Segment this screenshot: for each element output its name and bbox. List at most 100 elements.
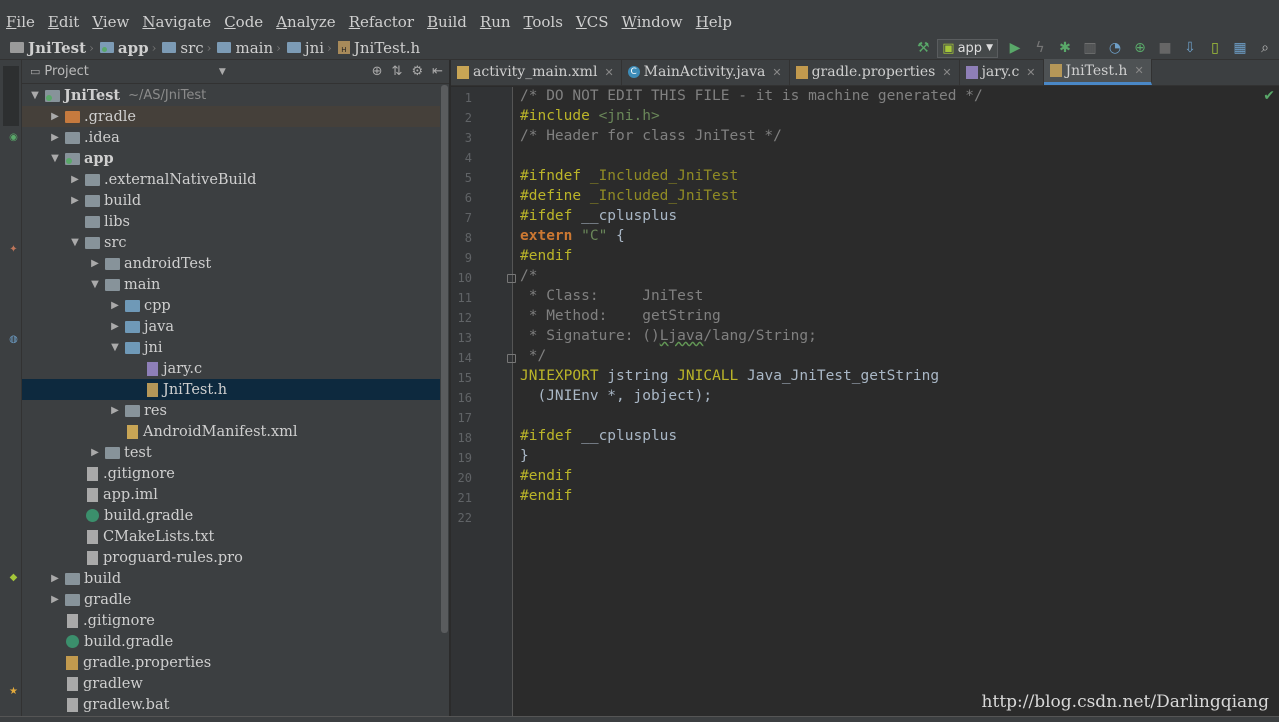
tree-item[interactable]: gradle.properties bbox=[22, 652, 440, 673]
tree-item[interactable]: ▼ app bbox=[22, 148, 440, 169]
editor-tab-activity-main-xml[interactable]: activity_main.xml ✕ bbox=[451, 59, 622, 85]
hide-panel-icon[interactable]: ⇤ bbox=[432, 64, 443, 79]
inspection-ok-icon[interactable]: ✔ bbox=[1263, 88, 1275, 104]
tree-item[interactable]: JniTest.h bbox=[22, 379, 440, 400]
project-view-title[interactable]: Project bbox=[44, 64, 88, 79]
tree-item[interactable]: ▼ JniTest ~/AS/JniTest bbox=[22, 85, 440, 106]
collapsed-arrow-icon[interactable]: ▶ bbox=[68, 174, 82, 185]
collapsed-arrow-icon[interactable]: ▶ bbox=[48, 132, 62, 143]
tree-item[interactable]: ▶ build bbox=[22, 568, 440, 589]
menu-vcs[interactable]: VCS bbox=[576, 13, 609, 31]
search-icon[interactable]: ⌕ bbox=[1257, 40, 1273, 56]
code-line[interactable]: extern "C" { bbox=[520, 228, 625, 244]
collapse-all-icon[interactable]: ⇅ bbox=[392, 64, 403, 79]
tree-item[interactable]: ▶ .idea bbox=[22, 127, 440, 148]
expanded-arrow-icon[interactable]: ▼ bbox=[88, 279, 102, 290]
collapsed-arrow-icon[interactable]: ▶ bbox=[108, 300, 122, 311]
tree-item[interactable]: build.gradle bbox=[22, 631, 440, 652]
code-line[interactable]: * Signature: ()Ljava/lang/String; bbox=[520, 328, 817, 344]
code-line[interactable]: #endif bbox=[520, 468, 572, 484]
collapsed-arrow-icon[interactable]: ▶ bbox=[68, 195, 82, 206]
tree-item[interactable]: ▶ cpp bbox=[22, 295, 440, 316]
coverage-icon[interactable]: ▥ bbox=[1082, 40, 1098, 56]
collapsed-arrow-icon[interactable]: ▶ bbox=[48, 111, 62, 122]
captures-icon[interactable]: ✦ bbox=[3, 244, 19, 258]
code-line[interactable]: #endif bbox=[520, 488, 572, 504]
stop-icon[interactable]: ■ bbox=[1157, 40, 1173, 56]
menu-edit[interactable]: Edit bbox=[48, 13, 79, 31]
menu-navigate[interactable]: Navigate bbox=[142, 13, 211, 31]
menu-analyze[interactable]: Analyze bbox=[276, 13, 336, 31]
menu-help[interactable]: Help bbox=[696, 13, 732, 31]
tree-item[interactable]: gradlew bbox=[22, 673, 440, 694]
expanded-arrow-icon[interactable]: ▼ bbox=[48, 153, 62, 164]
breadcrumb-item-3[interactable]: main › bbox=[217, 39, 282, 57]
code-line[interactable]: * Method: getString bbox=[520, 308, 721, 324]
editor-tab-jnitest-h[interactable]: JniTest.h ✕ bbox=[1043, 59, 1152, 85]
menu-tools[interactable]: Tools bbox=[524, 13, 563, 31]
sdk-manager-icon[interactable]: ⇩ bbox=[1182, 40, 1198, 56]
build-variants-tool-tab[interactable] bbox=[3, 484, 19, 574]
make-icon[interactable]: ⚒ bbox=[915, 40, 931, 56]
menu-window[interactable]: Window bbox=[622, 13, 683, 31]
editor-tab-gradle-properties[interactable]: gradle.properties ✕ bbox=[790, 59, 960, 85]
tree-item[interactable]: .gitignore bbox=[22, 463, 440, 484]
close-icon[interactable]: ✕ bbox=[942, 66, 951, 79]
tree-item[interactable]: build.gradle bbox=[22, 505, 440, 526]
code-line[interactable]: #ifdef __cplusplus bbox=[520, 428, 677, 444]
project-structure-icon[interactable]: ▦ bbox=[1232, 40, 1248, 56]
code-line[interactable]: #ifdef __cplusplus bbox=[520, 208, 677, 224]
tree-item[interactable]: ▶ res bbox=[22, 400, 440, 421]
breadcrumb-item-4[interactable]: jni › bbox=[286, 39, 334, 57]
code-line[interactable]: /* Header for class JniTest */ bbox=[520, 128, 782, 144]
close-icon[interactable]: ✕ bbox=[1026, 66, 1035, 79]
favorites-tool-tab[interactable] bbox=[3, 608, 19, 683]
code-line[interactable]: } bbox=[520, 448, 529, 464]
breadcrumb-item-2[interactable]: src › bbox=[162, 39, 213, 57]
code-line[interactable]: (JNIEnv *, jobject); bbox=[520, 388, 712, 404]
apply-changes-icon[interactable]: ϟ bbox=[1032, 40, 1048, 56]
avd-manager-icon[interactable]: ▯ bbox=[1207, 40, 1223, 56]
structure-tool-tab[interactable] bbox=[3, 168, 19, 238]
gear-icon[interactable]: ⚙ bbox=[411, 64, 423, 79]
code-line[interactable]: #define _Included_JniTest bbox=[520, 188, 738, 204]
collapsed-arrow-icon[interactable]: ▶ bbox=[48, 594, 62, 605]
tree-item[interactable]: AndroidManifest.xml bbox=[22, 421, 440, 442]
menu-refactor[interactable]: Refactor bbox=[349, 13, 414, 31]
collapsed-arrow-icon[interactable]: ▶ bbox=[48, 573, 62, 584]
tree-item[interactable]: app.iml bbox=[22, 484, 440, 505]
menu-view[interactable]: View bbox=[92, 13, 129, 31]
close-icon[interactable]: ✕ bbox=[604, 66, 613, 79]
expanded-arrow-icon[interactable]: ▼ bbox=[28, 90, 42, 101]
tree-item[interactable]: proguard-rules.pro bbox=[22, 547, 440, 568]
tree-item[interactable]: ▶ test bbox=[22, 442, 440, 463]
tree-item[interactable]: gradlew.bat bbox=[22, 694, 440, 715]
code-line[interactable]: #endif bbox=[520, 248, 572, 264]
tree-scrollbar[interactable] bbox=[441, 85, 448, 633]
tree-item[interactable]: libs bbox=[22, 211, 440, 232]
tree-item[interactable]: ▶ .gradle bbox=[22, 106, 440, 127]
menu-file[interactable]: File bbox=[6, 13, 35, 31]
code-line[interactable]: /* bbox=[520, 268, 537, 284]
editor-tab-jary-c[interactable]: jary.c ✕ bbox=[960, 59, 1044, 85]
tree-item[interactable]: .gitignore bbox=[22, 610, 440, 631]
attach-debugger-icon[interactable]: ⊕ bbox=[1132, 40, 1148, 56]
profile-icon[interactable]: ◔ bbox=[1107, 40, 1123, 56]
code-line[interactable]: /* DO NOT EDIT THIS FILE - it is machine… bbox=[520, 88, 983, 104]
expanded-arrow-icon[interactable]: ▼ bbox=[68, 237, 82, 248]
favorites-star-icon[interactable]: ★ bbox=[3, 686, 19, 700]
build-variants-icon[interactable]: ◍ bbox=[3, 334, 19, 348]
menu-build[interactable]: Build bbox=[427, 13, 467, 31]
code-line[interactable]: #include <jni.h> bbox=[520, 108, 660, 124]
collapsed-arrow-icon[interactable]: ▶ bbox=[108, 321, 122, 332]
code-editor[interactable]: /* DO NOT EDIT THIS FILE - it is machine… bbox=[513, 87, 1279, 716]
close-icon[interactable]: ✕ bbox=[1134, 64, 1143, 77]
tree-item[interactable]: jary.c bbox=[22, 358, 440, 379]
tree-item[interactable]: ▶ gradle bbox=[22, 589, 440, 610]
editor-tab-mainactivity-java[interactable]: C MainActivity.java ✕ bbox=[622, 59, 790, 85]
project-tool-tab[interactable] bbox=[3, 66, 19, 126]
menu-run[interactable]: Run bbox=[480, 13, 511, 31]
breadcrumb-item-0[interactable]: JniTest › bbox=[10, 39, 96, 57]
tree-item[interactable]: ▼ src bbox=[22, 232, 440, 253]
close-icon[interactable]: ✕ bbox=[772, 66, 781, 79]
